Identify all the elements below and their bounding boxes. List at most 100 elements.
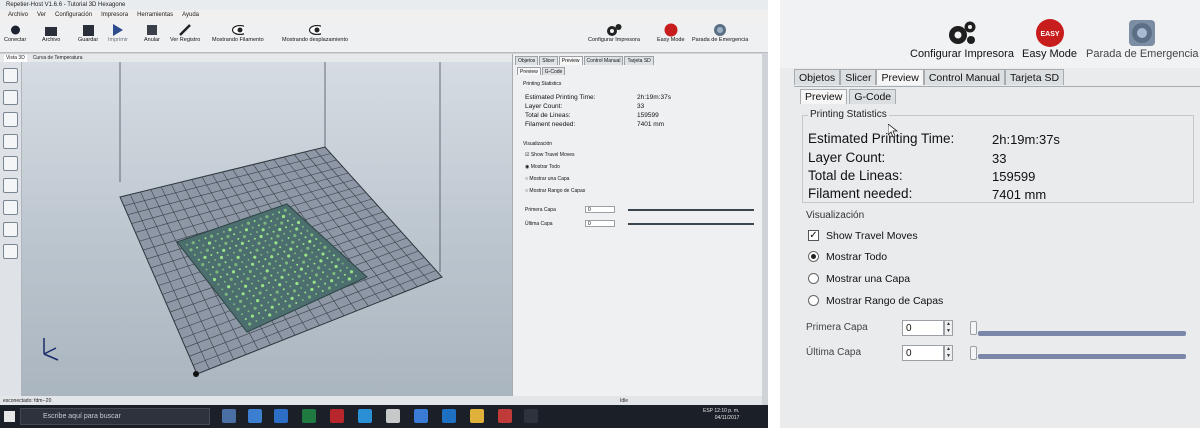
app-c-icon[interactable] [358, 409, 372, 423]
tab-preview-small[interactable]: Preview [558, 56, 583, 65]
repetier-icon[interactable] [498, 409, 512, 423]
view-tabs: Vista 3D Curva de Temperatura [0, 54, 512, 62]
view-log-button[interactable]: Ver Registro [170, 23, 200, 51]
file-explorer-icon[interactable] [274, 409, 288, 423]
model-infill-dot [270, 305, 274, 309]
tab-control-manual-small[interactable]: Control Manual [583, 56, 624, 65]
first-layer-spinner[interactable]: ▲ ▼ [944, 320, 953, 336]
emergency-stop-button[interactable]: Parada de Emergencia [1086, 18, 1199, 60]
settings-icon[interactable] [524, 409, 538, 423]
chrome-icon[interactable] [470, 409, 484, 423]
connect-button[interactable]: Conectar [4, 23, 26, 51]
model-infill-dot [262, 317, 264, 319]
illustrator-icon[interactable] [386, 409, 400, 423]
tab-objetos-small[interactable]: Objetos [515, 56, 539, 65]
last-layer-spinner[interactable]: ▲ ▼ [944, 345, 953, 361]
subtab-gcode-small[interactable]: G-Code [541, 67, 566, 75]
model-infill-dot [281, 214, 286, 219]
save-button[interactable]: Guardar [78, 23, 98, 51]
word-icon[interactable] [414, 409, 428, 423]
model-infill-dot [311, 269, 314, 272]
excel-icon[interactable] [302, 409, 316, 423]
tab-preview[interactable]: Preview [876, 69, 924, 85]
edge-icon[interactable] [442, 409, 456, 423]
move-icon[interactable] [3, 90, 18, 105]
last-layer-slider[interactable] [978, 354, 1186, 359]
configure-printer-button[interactable]: Configurar Impresora [910, 18, 1014, 60]
first-layer-slider-small[interactable] [628, 209, 754, 211]
radio-mostrar-todo-small[interactable]: ◉ Mostrar Todo [525, 164, 560, 170]
iso-view-icon[interactable] [3, 178, 18, 193]
radio-rango-capas-small[interactable]: ○ Mostrar Rango de Capas [525, 188, 585, 194]
task-view-icon[interactable] [222, 409, 236, 423]
subtab-preview[interactable]: Preview [800, 89, 848, 104]
radio-mostrar-todo[interactable] [808, 251, 819, 262]
model-infill-dot [286, 292, 289, 295]
easy-mode-button[interactable]: EASY Easy Mode [1022, 18, 1077, 60]
show-travel-button[interactable]: Mostrando desplazamiento [282, 23, 348, 51]
show-travel-checkbox[interactable]: ✓ [808, 230, 819, 241]
load-file-button[interactable]: Archivo [42, 23, 60, 51]
model-infill-dot [247, 240, 250, 243]
print-button[interactable]: Imprimir [108, 23, 128, 51]
3d-viewport[interactable] [22, 62, 512, 396]
tab-objetos[interactable]: Objetos [794, 69, 841, 85]
model-infill-dot [265, 289, 268, 292]
last-layer-slider-small[interactable] [628, 223, 754, 225]
origin-marker [193, 371, 199, 377]
menu-configuracion[interactable]: Configuración [55, 12, 92, 21]
model-infill-dot [209, 273, 212, 276]
first-layer-input[interactable]: 0 [902, 320, 944, 336]
tab-slicer[interactable]: Slicer [840, 69, 877, 85]
menu-ver[interactable]: Ver [37, 12, 46, 21]
first-layer-slider[interactable] [978, 331, 1186, 336]
model-infill-dot [328, 268, 331, 271]
show-travel-checkbox-small[interactable]: ☑ Show Travel Moves [525, 152, 575, 158]
taskbar-search-input[interactable]: Escribe aquí para buscar [20, 408, 210, 425]
last-layer-field-small[interactable]: 0 [585, 220, 615, 227]
model-infill-dot [236, 255, 240, 259]
model-infill-dot [280, 275, 284, 279]
powerpoint-icon[interactable] [330, 409, 344, 423]
front-view-icon[interactable] [3, 200, 18, 215]
menu-ayuda[interactable]: Ayuda [182, 12, 199, 21]
tab-vista-3d[interactable]: Vista 3D [4, 55, 27, 62]
store-icon[interactable] [248, 409, 262, 423]
last-layer-input[interactable]: 0 [902, 345, 944, 361]
model-infill-dot [337, 276, 340, 279]
radio-mostrar-una-capa[interactable] [808, 273, 819, 284]
tab-temperature-curve[interactable]: Curva de Temperatura [33, 55, 83, 62]
top-view-icon[interactable] [3, 222, 18, 237]
menu-archivo[interactable]: Archivo [8, 12, 28, 21]
radio-una-capa-small[interactable]: ○ Mostrar una Capa [525, 176, 569, 182]
radio-mostrar-rango-capas[interactable] [808, 295, 819, 306]
model-infill-dot [243, 305, 246, 308]
model-infill-dot [310, 287, 314, 292]
last-layer-slider-thumb[interactable] [970, 346, 977, 360]
menu-impresora[interactable]: Impresora [101, 12, 128, 21]
first-layer-slider-thumb[interactable] [970, 321, 977, 335]
eye-icon [231, 23, 244, 37]
tab-tarjeta-sd[interactable]: Tarjeta SD [1005, 69, 1065, 85]
abort-button[interactable]: Anular [144, 23, 160, 51]
emergency-stop-button[interactable]: Parada de Emergencia [692, 23, 748, 51]
model-infill-dot [255, 267, 258, 270]
tab-slicer-small[interactable]: Slicer [539, 56, 558, 65]
tab-tarjeta-sd-small[interactable]: Tarjeta SD [624, 56, 654, 65]
parallel-view-icon[interactable] [3, 244, 18, 259]
menu-herramientas[interactable]: Herramientas [137, 12, 173, 21]
tab-control-manual[interactable]: Control Manual [923, 69, 1006, 85]
windows-start-icon[interactable] [4, 411, 15, 422]
pan-icon[interactable] [3, 112, 18, 127]
show-filament-button[interactable]: Mostrando Filamento [212, 23, 264, 51]
zoom-icon[interactable] [3, 134, 18, 149]
easy-mode-button[interactable]: Easy Mode [657, 23, 685, 51]
zoom-fit-icon[interactable] [3, 156, 18, 171]
reset-view-icon[interactable] [3, 68, 18, 83]
model-infill-dot [217, 283, 220, 286]
print-bed-scene [43, 62, 443, 377]
subtab-gcode[interactable]: G-Code [849, 89, 897, 104]
configure-printer-button[interactable]: Configurar Impresora [588, 23, 640, 51]
subtab-preview-small[interactable]: Preview [517, 67, 541, 75]
first-layer-field-small[interactable]: 0 [585, 206, 615, 213]
